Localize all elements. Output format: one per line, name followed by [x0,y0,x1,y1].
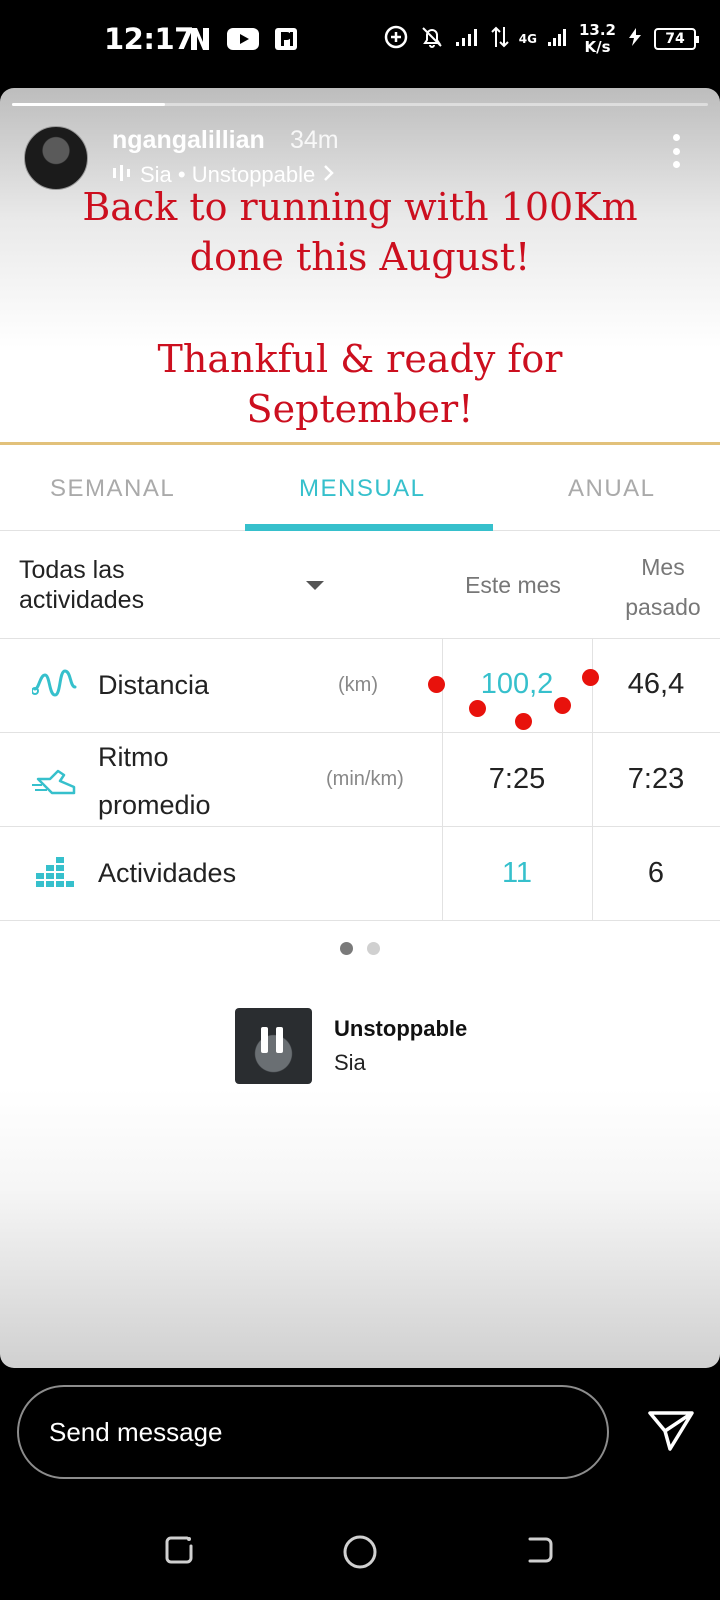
signal-icon [547,26,569,53]
music-sticker[interactable]: Unstoppable Sia [224,998,496,1092]
status-indicators: 4G 13.2 K/s 74 [383,21,699,56]
song-artist: Sia [334,1050,366,1075]
value-this-month: 7:25 [488,763,546,795]
youtube-icon [227,27,259,56]
value-last-month: 46,4 [627,668,685,700]
page-indicator [0,942,720,955]
signal-icon [455,26,481,53]
data-saver-icon [383,24,409,55]
more-options-icon[interactable] [672,134,680,168]
dropdown-arrow-icon [306,581,324,590]
status-bar: 12:17 4G 13.2 K/s 74 [0,0,720,84]
caption-line: September! [246,387,474,431]
send-message-input[interactable]: Send message [17,1385,609,1479]
table-row: Actividades 11 6 [0,827,720,921]
pause-icon[interactable] [252,1020,292,1060]
active-tab-indicator [245,524,493,531]
avatar[interactable] [24,126,88,190]
activity-filter-label: Todas las actividades [19,556,145,614]
red-dot-decoration [515,713,532,730]
stats-header-row: Todas las actividades Este mes Mes pasad… [0,531,720,639]
table-row: Distancia (km) 100,2 46,4 [0,639,720,733]
back-icon[interactable] [524,1534,556,1571]
notifications-off-icon [419,24,445,55]
status-time: 12:17 [104,22,194,56]
page-dot [340,942,353,955]
recent-apps-icon[interactable] [163,1534,195,1571]
charging-icon [626,27,644,52]
story-progress-fill [12,103,166,106]
value-this-month: 100,2 [480,668,554,700]
caption-line: Thankful & ready for [157,337,563,381]
bar-blocks-icon [36,855,76,892]
value-last-month: 6 [647,857,665,889]
column-this-month: Este mes [465,572,561,598]
battery-indicator: 74 [654,28,699,50]
system-nav-bar [0,1520,720,1600]
caption-line: Back to running with 100Km [82,185,638,229]
red-dot-decoration [428,676,445,693]
metric-label: Actividades [98,858,237,888]
parking-app-icon [273,26,299,57]
value-last-month: 7:23 [627,763,685,795]
running-stats-image: SEMANAL MENSUAL ANUAL Todas las activida… [0,442,720,1068]
home-icon[interactable] [342,1534,378,1575]
story-progress-bar [12,103,708,106]
metric-unit: (km) [338,674,378,696]
red-dot-decoration [554,697,571,714]
data-transfer-icon [491,25,509,54]
metric-label: Ritmo promedio [98,742,211,820]
tab-mensual: MENSUAL [299,475,426,502]
table-row: Ritmo promedio (min/km) 7:25 7:23 [0,733,720,827]
story-card[interactable]: ngangalillian 34m Sia • Unstoppable Back… [0,88,720,1368]
column-last-month: Mes pasado [625,554,701,620]
message-placeholder: Send message [49,1417,223,1447]
red-dot-decoration [469,700,486,717]
story-username[interactable]: ngangalillian [112,126,265,155]
caption-line: done this August! [189,235,531,279]
netflix-icon [187,26,213,57]
song-title: Unstoppable [334,1016,468,1041]
red-dot-decoration [582,669,599,686]
tab-semanal: SEMANAL [50,475,176,502]
running-shoe-icon [32,763,82,802]
page-dot [367,942,380,955]
story-posted-time: 34m [290,126,339,154]
network-type-label: 4G [518,31,537,46]
stats-tabs: SEMANAL MENSUAL ANUAL [0,445,720,531]
route-icon [31,667,78,708]
metric-label: Distancia [98,670,210,700]
metric-unit: (min/km) [326,768,404,790]
notification-icons [187,26,299,57]
send-icon[interactable] [648,1410,694,1457]
value-this-month: 11 [501,857,533,889]
tab-anual: ANUAL [568,475,656,502]
network-speed: 13.2 K/s [578,21,616,56]
